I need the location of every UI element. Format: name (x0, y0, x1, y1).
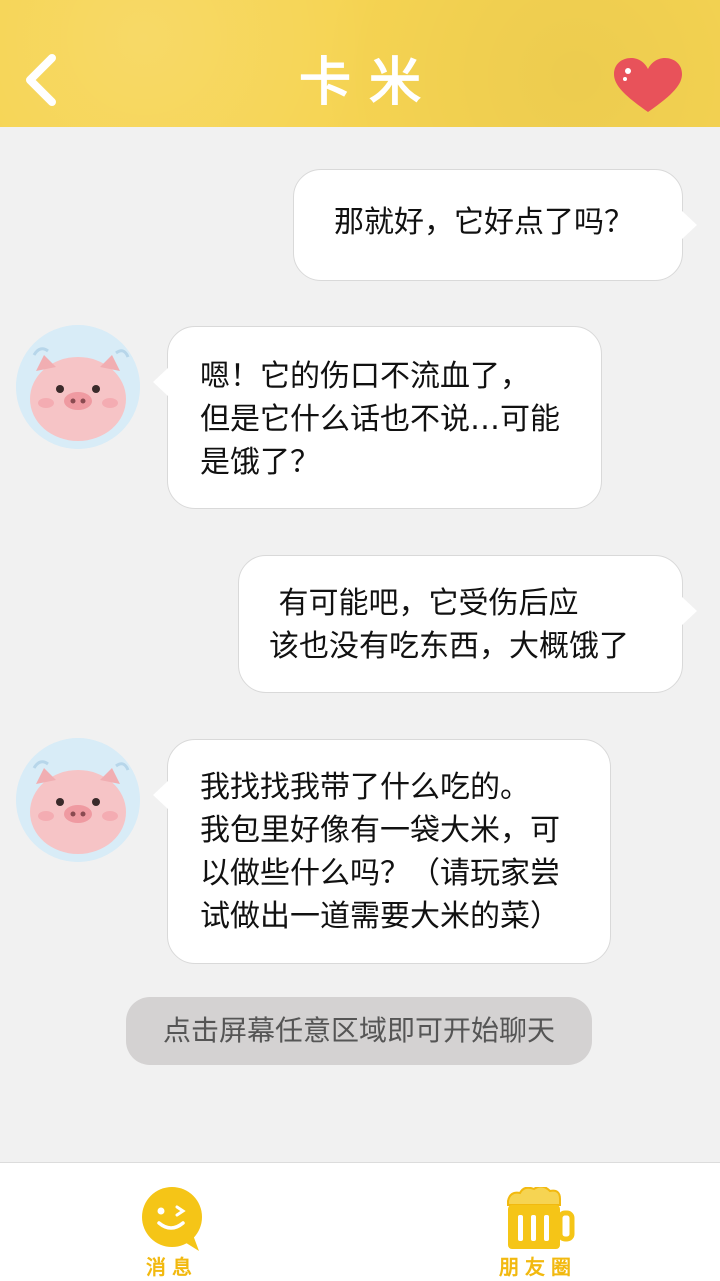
message-line: 是饿了？ (200, 445, 320, 480)
message-line: 但是它什么话也不说…可能 (200, 402, 560, 437)
message-line: 嗯！它的伤口不流血了， (200, 359, 530, 394)
avatar[interactable] (16, 325, 140, 449)
start-chat-hint[interactable]: 点击屏幕任意区域即可开始聊天 (126, 997, 592, 1065)
favorite-button[interactable] (612, 58, 684, 114)
message-bubble-incoming: 嗯！它的伤口不流血了， 但是它什么话也不说…可能 是饿了？ (153, 326, 602, 509)
beer-mug-icon (507, 1187, 575, 1249)
bottom-tab-bar: 消息 朋友圈 (0, 1162, 720, 1281)
message-line: 以做些什么吗？（请玩家尝 (200, 856, 560, 891)
chat-area[interactable]: 那就好，它好点了吗？ 嗯！它的伤口不流血了， 但是它什么话也不说…可能 是饿了？… (0, 127, 720, 1162)
message-line: 我找找我带了什么吃的。 (200, 770, 530, 805)
tab-messages[interactable]: 消息 (102, 1163, 242, 1281)
avatar[interactable] (16, 738, 140, 862)
tab-moments[interactable]: 朋友圈 (468, 1163, 608, 1281)
message-line: 那就好，它好点了吗？ (334, 205, 634, 240)
top-bar: 卡米 (0, 0, 720, 127)
chat-bubble-icon (142, 1187, 202, 1251)
tab-label: 朋友圈 (499, 1255, 577, 1279)
pig-avatar-icon (16, 325, 140, 449)
pig-avatar-icon (16, 738, 140, 862)
message-line: 有可能吧，它受伤后应 (269, 586, 579, 621)
message-line: 该也没有吃东西，大概饿了 (269, 629, 629, 664)
heart-icon (614, 58, 682, 112)
tab-label: 消息 (146, 1255, 198, 1279)
message-bubble-incoming: 我找找我带了什么吃的。 我包里好像有一袋大米，可 以做些什么吗？（请玩家尝 试做… (153, 739, 611, 964)
message-bubble-outgoing: 那就好，它好点了吗？ (293, 169, 697, 281)
message-line: 我包里好像有一袋大米，可 (200, 813, 560, 848)
message-bubble-outgoing: 有可能吧，它受伤后应 该也没有吃东西，大概饿了 (238, 555, 697, 693)
message-line: 试做出一道需要大米的菜） (200, 899, 560, 934)
